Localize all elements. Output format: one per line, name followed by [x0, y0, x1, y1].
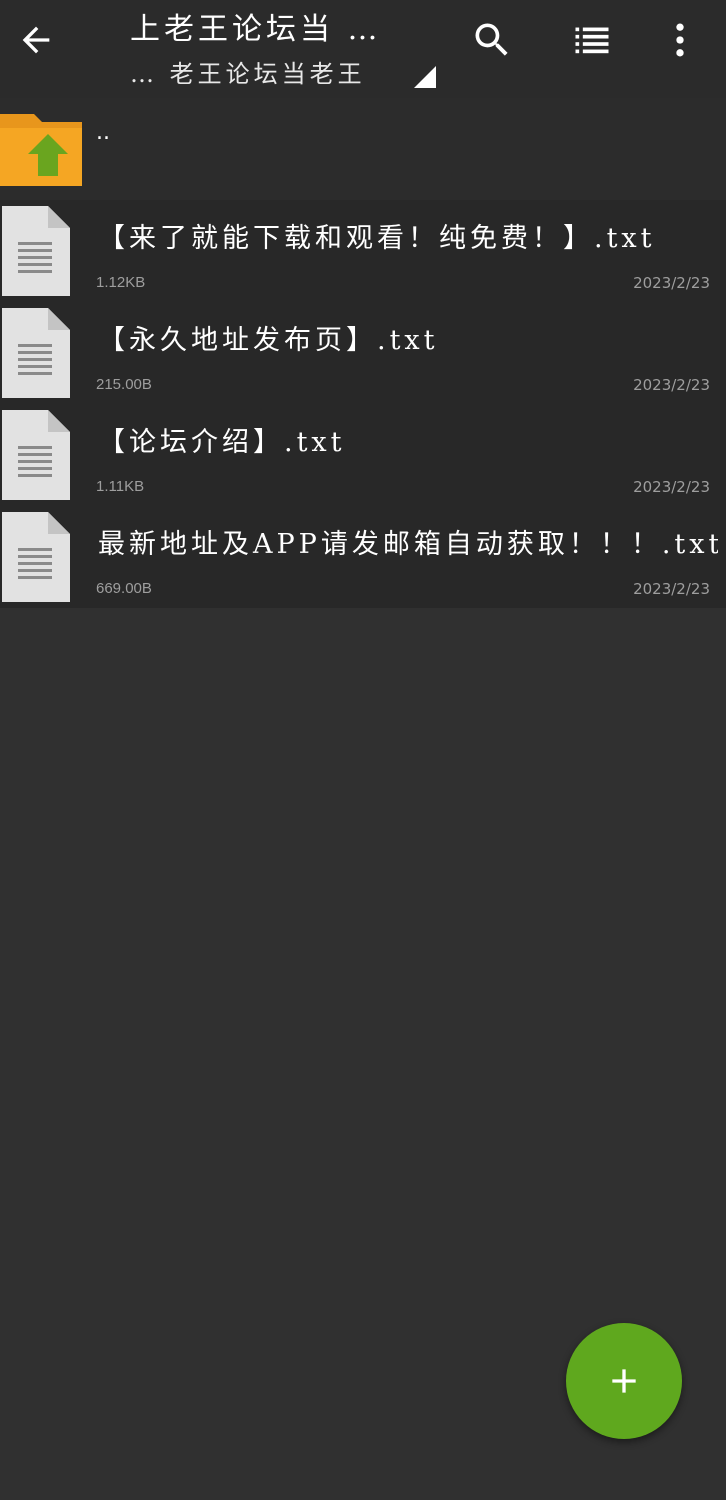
text-file-icon	[2, 512, 70, 602]
file-name: 最新地址及APP请发邮箱自动获取！！！.txt	[98, 529, 718, 560]
add-button[interactable]	[566, 1323, 682, 1439]
path-title[interactable]: 上老王论坛当 … … 老王论坛当老王	[130, 0, 440, 98]
file-item[interactable]: 【论坛介绍】.txt 1.11KB 2023/2/23	[0, 404, 726, 506]
file-size: 1.11KB	[96, 478, 145, 495]
more-options-button[interactable]	[652, 14, 708, 66]
plus-icon	[612, 1369, 636, 1393]
arrow-left-icon	[22, 26, 50, 54]
more-vert-icon	[676, 23, 684, 57]
text-file-icon	[2, 206, 70, 296]
dropdown-corner-icon[interactable]	[414, 66, 436, 88]
folder-up-icon	[0, 114, 82, 186]
file-name: 【永久地址发布页】.txt	[98, 325, 439, 356]
text-file-icon	[2, 308, 70, 398]
file-name: 【来了就能下载和观看！纯免费！】.txt	[98, 223, 656, 254]
file-size: 669.00B	[96, 580, 152, 597]
file-size: 1.12KB	[96, 274, 146, 291]
search-button[interactable]	[464, 14, 520, 66]
current-folder-title: 上老王论坛当 …	[130, 12, 382, 47]
file-list: .. 【来了就能下载和观看！纯免费！】.txt 1.12KB 2023/2/23	[0, 98, 726, 608]
file-size: 215.00B	[96, 376, 152, 393]
file-name: 【论坛介绍】.txt	[98, 427, 346, 458]
file-item[interactable]: 【永久地址发布页】.txt 215.00B 2023/2/23	[0, 302, 726, 404]
text-file-icon	[2, 410, 70, 500]
view-mode-button[interactable]	[564, 14, 620, 66]
parent-directory-item[interactable]: ..	[0, 98, 726, 200]
parent-directory-label: ..	[96, 120, 110, 145]
file-date: 2023/2/23	[633, 580, 710, 598]
file-date: 2023/2/23	[633, 478, 710, 496]
list-view-icon	[575, 27, 609, 54]
search-icon	[475, 23, 508, 56]
app-bar: 上老王论坛当 … … 老王论坛当老王	[0, 0, 726, 98]
file-item[interactable]: 【来了就能下载和观看！纯免费！】.txt 1.12KB 2023/2/23	[0, 200, 726, 302]
file-date: 2023/2/23	[633, 274, 710, 292]
file-item[interactable]: 最新地址及APP请发邮箱自动获取！！！.txt 669.00B 2023/2/2…	[0, 506, 726, 608]
current-path-subtitle: … 老王论坛当老王	[130, 60, 366, 88]
file-date: 2023/2/23	[633, 376, 710, 394]
back-button[interactable]	[8, 12, 64, 68]
